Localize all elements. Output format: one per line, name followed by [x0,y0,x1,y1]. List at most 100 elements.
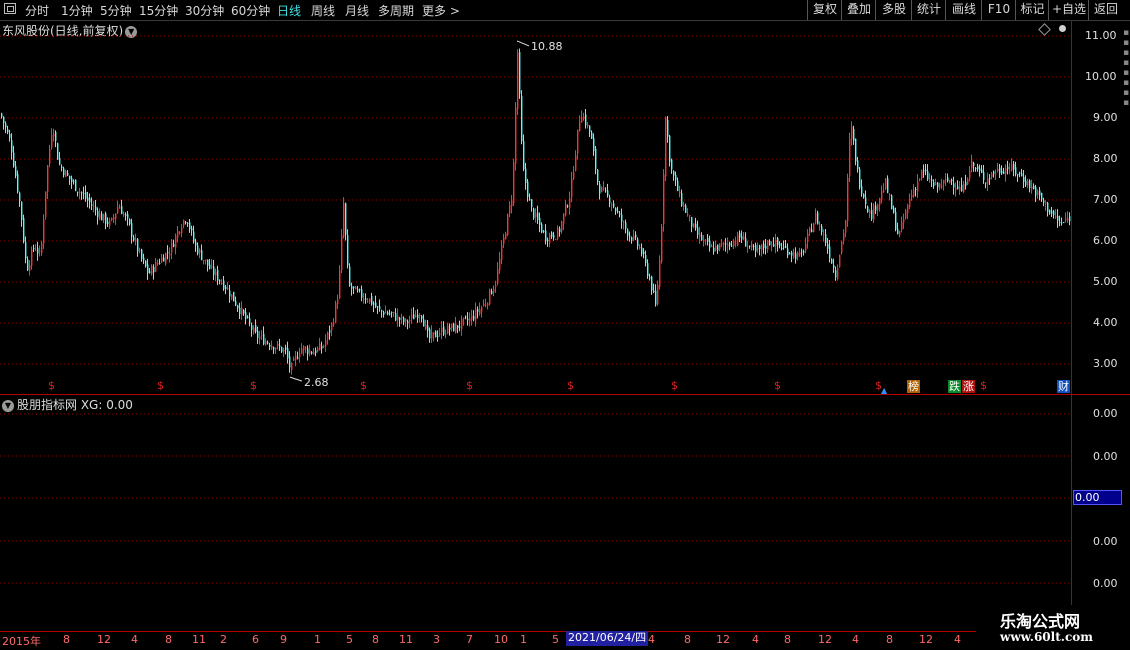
candle-body [121,206,123,215]
dividend-marker[interactable]: $ [250,379,257,392]
candle-body [853,128,855,141]
candle-body [439,333,441,335]
candle-body [9,134,11,138]
candle-body [749,245,751,247]
candle-body [427,325,429,331]
candle-body [903,219,905,223]
candle-body [873,205,875,220]
candle-body [863,194,865,198]
dividend-marker[interactable]: $ [157,379,164,392]
candle-body [557,228,559,239]
candle-body [577,129,579,154]
candle-body [979,168,981,171]
candle-body [1049,210,1051,214]
event-fall-badge[interactable]: 跌 [948,380,961,393]
candle-body [1,113,3,117]
dividend-marker[interactable]: $ [360,379,367,392]
candle-body [203,259,205,261]
candle-body [487,303,489,306]
event-finance-badge[interactable]: 财 [1057,380,1070,393]
candle-body [849,138,851,177]
triangle-up-icon[interactable]: ▲ [880,384,888,397]
event-rank-badge[interactable]: 榜 [907,380,920,393]
indicator-title[interactable]: ▼ 股朋指标网 XG: 0.00 [2,396,133,413]
candle-body [529,198,531,201]
watermark-title: 乐淘公式网 [1000,612,1081,631]
candle-body [367,300,369,302]
candle-body [771,244,773,246]
candlestick-chart[interactable]: 10.88 2.68 [0,0,1072,394]
candle-body [811,229,813,233]
candle-body [695,223,697,229]
candle-body [477,309,479,313]
candle-body [41,243,43,254]
candle-body [981,169,983,173]
candle-body [833,264,835,268]
candle-body [643,251,645,254]
candle-body [1031,186,1033,189]
candle-body [871,209,873,219]
candle-body [589,125,591,133]
candle-body [141,249,143,259]
max-price-label: 10.88 [531,40,563,53]
candle-body [311,351,313,354]
candle-body [393,312,395,314]
candle-body [953,183,955,188]
y-tick: 5.00 [1093,275,1118,288]
candle-body [655,290,657,305]
date-tick: 12 [919,633,933,646]
candle-body [401,316,403,319]
candle-body [109,220,111,226]
candle-body [459,326,461,328]
event-rise-badge[interactable]: 涨 [962,380,975,393]
dividend-marker[interactable]: $ [466,379,473,392]
date-tick: 5 [552,633,559,646]
candle-body [559,228,561,232]
candle-body [337,299,339,304]
candle-body [457,325,459,329]
candle-body [13,152,15,167]
candle-body [249,318,251,324]
back-button[interactable]: 返回 [1088,0,1123,20]
candle-body [639,247,641,249]
candle-body [739,232,741,238]
candle-body [563,213,565,224]
candle-body [857,160,859,170]
dividend-marker[interactable]: $ [48,379,55,392]
candle-body [131,223,133,237]
candle-body [591,132,593,139]
candle-body [241,307,243,315]
candle-body [325,340,327,347]
candle-body [1047,202,1049,212]
dividend-marker[interactable]: $ [567,379,574,392]
candle-body [315,350,317,354]
candle-body [31,249,33,266]
date-tick: 1 [520,633,527,646]
chevron-down-icon[interactable]: ▼ [2,399,14,412]
candle-body [285,347,287,350]
candle-body [997,169,999,172]
candle-body [353,286,355,288]
candle-body [533,208,535,218]
pane-separator[interactable] [0,394,1130,395]
candle-body [585,114,587,126]
candle-body [579,121,581,132]
candle-body [631,237,633,241]
candle-body [483,303,485,307]
candle-body [405,319,407,322]
candle-body [413,314,415,320]
candle-body [963,183,965,193]
candle-body [197,245,199,254]
candles [1,48,1071,375]
candle-body [433,332,435,335]
candle-body [169,253,171,256]
candle-body [915,189,917,191]
candle-body [1001,170,1003,174]
candle-body [45,191,47,218]
dividend-marker[interactable]: $ [774,379,781,392]
candle-body [213,266,215,276]
candle-body [787,248,789,256]
dividend-marker[interactable]: $ [980,379,987,392]
candle-body [1035,187,1037,196]
dividend-marker[interactable]: $ [671,379,678,392]
